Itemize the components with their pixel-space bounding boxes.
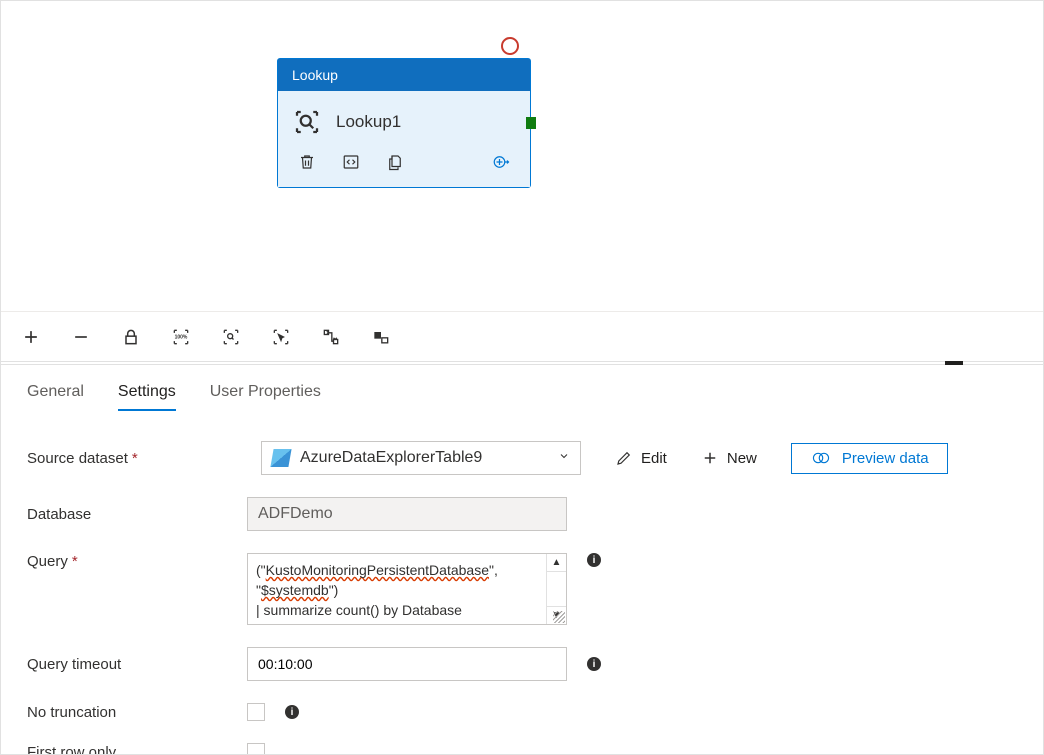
new-dataset-button[interactable]: New [701,449,757,467]
tab-user-properties[interactable]: User Properties [210,383,321,411]
svg-text:100%: 100% [175,334,188,340]
activity-tabs: General Settings User Properties [1,365,1043,411]
node-type-label: Lookup [278,59,530,91]
copy-icon[interactable] [384,151,406,173]
lock-icon[interactable] [119,325,143,349]
autolayout-icon[interactable] [319,325,343,349]
query-timeout-label: Query timeout [27,656,227,673]
delete-icon[interactable] [296,151,318,173]
multiselect-icon[interactable] [269,325,293,349]
info-icon[interactable]: i [587,657,601,671]
lookup-icon [292,107,322,137]
resize-handle[interactable] [553,611,565,623]
query-textarea[interactable]: ("KustoMonitoringPersistentDatabase", "$… [247,553,567,625]
tab-settings[interactable]: Settings [118,383,176,411]
validation-error-indicator [501,37,519,55]
source-dataset-value: AzureDataExplorerTable9 [300,449,482,467]
canvas-toolbar: 100% [1,311,1043,361]
node-title: Lookup1 [336,112,401,132]
lookup-activity-node[interactable]: Lookup Lookup1 [277,58,531,188]
source-dataset-label: Source dataset* [27,450,227,467]
zoom-reset-icon[interactable]: 100% [169,325,193,349]
zoom-fit-icon[interactable] [219,325,243,349]
zoom-in-icon[interactable] [19,325,43,349]
zoom-out-icon[interactable] [69,325,93,349]
source-dataset-select[interactable]: AzureDataExplorerTable9 [261,441,581,475]
tab-general[interactable]: General [27,383,84,411]
info-icon[interactable]: i [285,705,299,719]
dataset-icon [270,449,291,467]
first-row-only-checkbox[interactable] [247,743,265,755]
minimap-icon[interactable] [369,325,393,349]
add-output-icon[interactable] [490,151,512,173]
pipeline-canvas[interactable]: Lookup Lookup1 [1,1,1043,311]
query-timeout-input[interactable] [247,647,567,681]
database-label: Database [27,506,227,523]
panel-resize-handle[interactable] [1,361,1043,365]
success-connector[interactable] [526,117,536,129]
no-truncation-label: No truncation [27,704,227,721]
query-label: Query* [27,553,227,570]
database-field: ADFDemo [247,497,567,531]
edit-dataset-button[interactable]: Edit [615,449,667,467]
code-icon[interactable] [340,151,362,173]
chevron-down-icon [558,449,570,467]
scroll-up-icon[interactable]: ▲ [547,554,566,572]
preview-data-button[interactable]: Preview data [791,443,948,474]
info-icon[interactable]: i [587,553,601,567]
first-row-only-label: First row only [27,744,227,755]
no-truncation-checkbox[interactable] [247,703,265,721]
